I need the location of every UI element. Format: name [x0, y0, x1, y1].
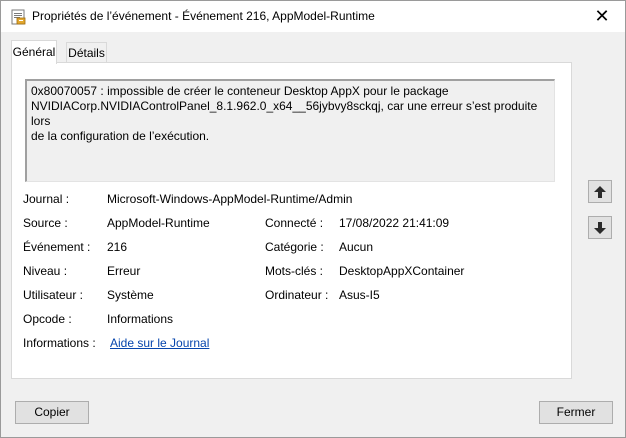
- copy-button[interactable]: Copier: [15, 401, 89, 424]
- source-label: Source :: [23, 216, 68, 230]
- close-window-button[interactable]: ✕: [579, 1, 625, 32]
- level-value[interactable]: Erreur: [107, 264, 140, 278]
- tab-general[interactable]: Général: [11, 40, 57, 64]
- description-line: NVIDIACorp.NVIDIAControlPanel_8.1.962.0_…: [31, 99, 538, 128]
- tab-details[interactable]: Détails: [66, 42, 107, 63]
- previous-event-button[interactable]: [588, 180, 612, 203]
- keywords-value[interactable]: DesktopAppXContainer: [339, 264, 464, 278]
- arrow-up-icon: [594, 185, 606, 198]
- category-label: Catégorie :: [265, 240, 324, 254]
- user-label: Utilisateur :: [23, 288, 84, 302]
- event-description-box[interactable]: 0x80070057 : impossible de créer le cont…: [25, 79, 555, 182]
- source-value[interactable]: AppModel-Runtime: [107, 216, 210, 230]
- next-event-button[interactable]: [588, 216, 612, 239]
- opcode-label: Opcode :: [23, 312, 72, 326]
- help-link[interactable]: Aide sur le Journal: [110, 336, 209, 350]
- close-icon: ✕: [594, 6, 610, 26]
- arrow-down-icon: [594, 221, 606, 234]
- keywords-label: Mots-clés :: [265, 264, 324, 278]
- connected-value[interactable]: 17/08/2022 21:41:09: [339, 216, 449, 230]
- window-title: Propriétés de l’événement - Événement 21…: [32, 9, 375, 23]
- title-bar: Propriétés de l’événement - Événement 21…: [1, 1, 625, 32]
- description-line: 0x80070057 : impossible de créer le cont…: [31, 84, 449, 98]
- event-viewer-icon: [10, 9, 26, 25]
- category-value[interactable]: Aucun: [339, 240, 373, 254]
- connected-label: Connecté :: [265, 216, 324, 230]
- journal-label: Journal :: [23, 192, 70, 206]
- event-id-label: Événement :: [23, 240, 91, 254]
- description-line: de la configuration de l’exécution.: [31, 129, 210, 143]
- general-tab-panel: 0x80070057 : impossible de créer le cont…: [11, 62, 572, 379]
- event-properties-window: Propriétés de l’événement - Événement 21…: [0, 0, 626, 438]
- opcode-value[interactable]: Informations: [107, 312, 173, 326]
- level-label: Niveau :: [23, 264, 68, 278]
- user-value[interactable]: Système: [107, 288, 154, 302]
- computer-label: Ordinateur :: [265, 288, 329, 302]
- info-label: Informations :: [23, 336, 96, 350]
- close-button[interactable]: Fermer: [539, 401, 613, 424]
- computer-value[interactable]: Asus-I5: [339, 288, 380, 302]
- journal-value[interactable]: Microsoft-Windows-AppModel-Runtime/Admin: [107, 192, 352, 206]
- event-id-value[interactable]: 216: [107, 240, 127, 254]
